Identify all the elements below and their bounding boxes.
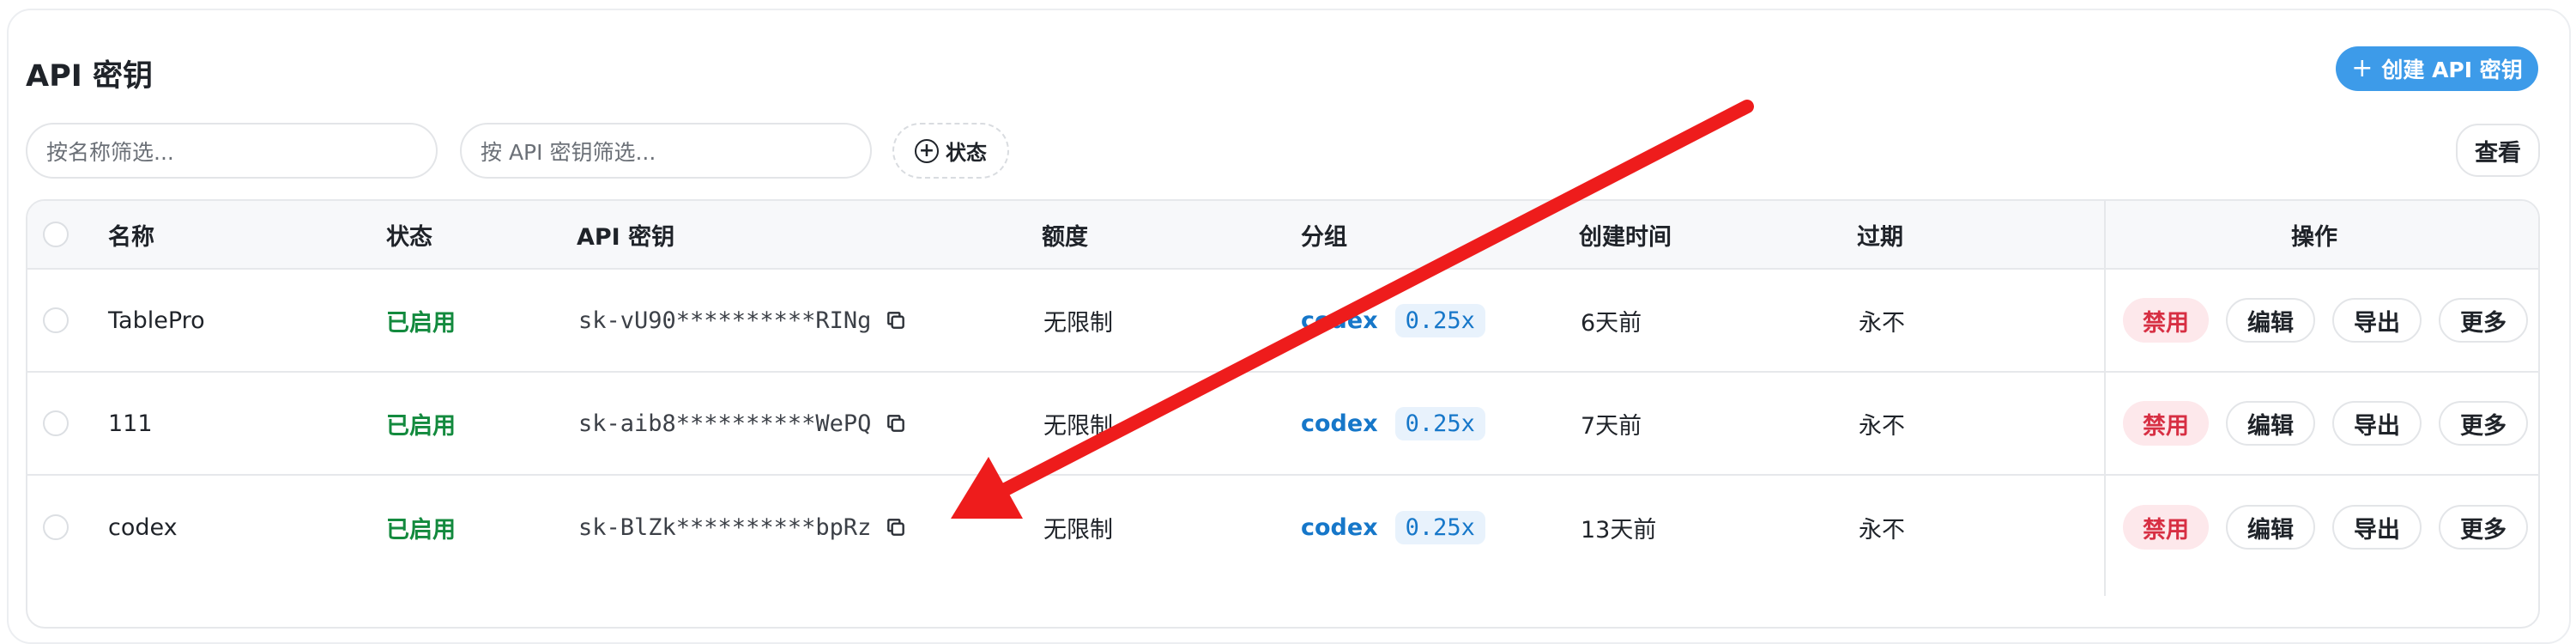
group-ratio-badge: 0.25x xyxy=(1394,303,1485,337)
copy-icon[interactable] xyxy=(885,412,907,434)
header-expires: 过期 xyxy=(1857,223,1903,251)
export-button[interactable]: 导出 xyxy=(2332,401,2422,446)
header-api-key: API 密钥 xyxy=(577,223,675,251)
status-filter-label: 状态 xyxy=(946,141,987,165)
api-key-value: sk-BlZk**********bpRz xyxy=(578,513,872,541)
quota-value: 无限制 xyxy=(1043,516,1113,544)
header-created: 创建时间 xyxy=(1579,223,1672,251)
row-checkbox[interactable] xyxy=(43,476,69,579)
expires-value: 永不 xyxy=(1859,516,1905,544)
created-time: 7天前 xyxy=(1581,412,1642,440)
quota-value: 无限制 xyxy=(1043,412,1113,440)
header-quota: 额度 xyxy=(1042,223,1088,251)
edit-button[interactable]: 编辑 xyxy=(2226,401,2315,446)
create-api-key-label: 创建 API 密钥 xyxy=(2381,58,2523,82)
group-cell: codex 0.25x xyxy=(1301,373,1485,474)
create-api-key-button[interactable]: + 创建 API 密钥 xyxy=(2336,46,2538,91)
created-time: 13天前 xyxy=(1581,516,1657,544)
group-name: codex xyxy=(1301,513,1378,541)
more-button[interactable]: 更多 xyxy=(2439,298,2528,343)
group-ratio-badge: 0.25x xyxy=(1394,510,1485,544)
page-title: API 密钥 xyxy=(26,59,153,94)
row-checkbox[interactable] xyxy=(43,270,69,371)
api-keys-table: 名称 状态 API 密钥 额度 分组 创建时间 过期 操作 TablePro 已… xyxy=(26,199,2540,629)
more-button[interactable]: 更多 xyxy=(2439,505,2528,550)
actions-column-divider xyxy=(2104,201,2106,596)
disable-button[interactable]: 禁用 xyxy=(2123,401,2209,446)
name-filter-placeholder: 按名称筛选... xyxy=(46,139,174,165)
group-name: codex xyxy=(1301,410,1378,437)
table-header: 名称 状态 API 密钥 额度 分组 创建时间 过期 操作 xyxy=(27,201,2538,270)
actions-cell: 禁用 编辑 导出 更多 xyxy=(2109,270,2538,371)
header-actions: 操作 xyxy=(2291,223,2337,251)
more-button[interactable]: 更多 xyxy=(2439,401,2528,446)
group-ratio-badge: 0.25x xyxy=(1394,406,1485,440)
api-key-value: sk-aib8**********WePQ xyxy=(578,410,872,437)
disable-button[interactable]: 禁用 xyxy=(2123,505,2209,550)
actions-cell: 禁用 编辑 导出 更多 xyxy=(2109,373,2538,474)
plus-circle-icon: + xyxy=(915,138,939,163)
expires-value: 永不 xyxy=(1859,309,1905,337)
api-key-cell: sk-BlZk**********bpRz xyxy=(578,476,907,579)
api-key-cell: sk-aib8**********WePQ xyxy=(578,373,907,474)
group-cell: codex 0.25x xyxy=(1301,476,1485,579)
status-badge: 已启用 xyxy=(386,412,456,440)
plus-icon: + xyxy=(2351,53,2373,83)
view-button[interactable]: 查看 xyxy=(2456,124,2540,177)
key-name: TablePro xyxy=(108,307,205,334)
edit-button[interactable]: 编辑 xyxy=(2226,505,2315,550)
export-button[interactable]: 导出 xyxy=(2332,298,2422,343)
copy-icon[interactable] xyxy=(885,309,907,331)
select-all-checkbox[interactable] xyxy=(43,201,69,268)
copy-icon[interactable] xyxy=(885,516,907,538)
status-badge: 已启用 xyxy=(386,516,456,544)
name-filter-input[interactable]: 按名称筛选... xyxy=(26,123,438,179)
header-group: 分组 xyxy=(1301,223,1347,251)
quota-value: 无限制 xyxy=(1043,309,1113,337)
group-cell: codex 0.25x xyxy=(1301,270,1485,371)
status-filter-button[interactable]: + 状态 xyxy=(892,123,1009,179)
key-name: 111 xyxy=(108,410,153,437)
group-name: codex xyxy=(1301,307,1378,334)
export-button[interactable]: 导出 xyxy=(2332,505,2422,550)
key-filter-placeholder: 按 API 密钥筛选... xyxy=(481,139,656,165)
key-filter-input[interactable]: 按 API 密钥筛选... xyxy=(460,123,872,179)
row-checkbox[interactable] xyxy=(43,373,69,474)
table-row: TablePro 已启用 sk-vU90**********RINg 无限制 c… xyxy=(27,270,2538,373)
header-status: 状态 xyxy=(386,223,432,251)
table-row: codex 已启用 sk-BlZk**********bpRz 无限制 code… xyxy=(27,476,2538,579)
api-key-value: sk-vU90**********RINg xyxy=(578,307,872,334)
api-key-cell: sk-vU90**********RINg xyxy=(578,270,907,371)
key-name: codex xyxy=(108,513,178,541)
created-time: 6天前 xyxy=(1581,309,1642,337)
disable-button[interactable]: 禁用 xyxy=(2123,298,2209,343)
table-row: 111 已启用 sk-aib8**********WePQ 无限制 codex … xyxy=(27,373,2538,476)
edit-button[interactable]: 编辑 xyxy=(2226,298,2315,343)
header-name: 名称 xyxy=(108,223,154,251)
actions-cell: 禁用 编辑 导出 更多 xyxy=(2109,476,2538,579)
status-badge: 已启用 xyxy=(386,309,456,337)
expires-value: 永不 xyxy=(1859,412,1905,440)
